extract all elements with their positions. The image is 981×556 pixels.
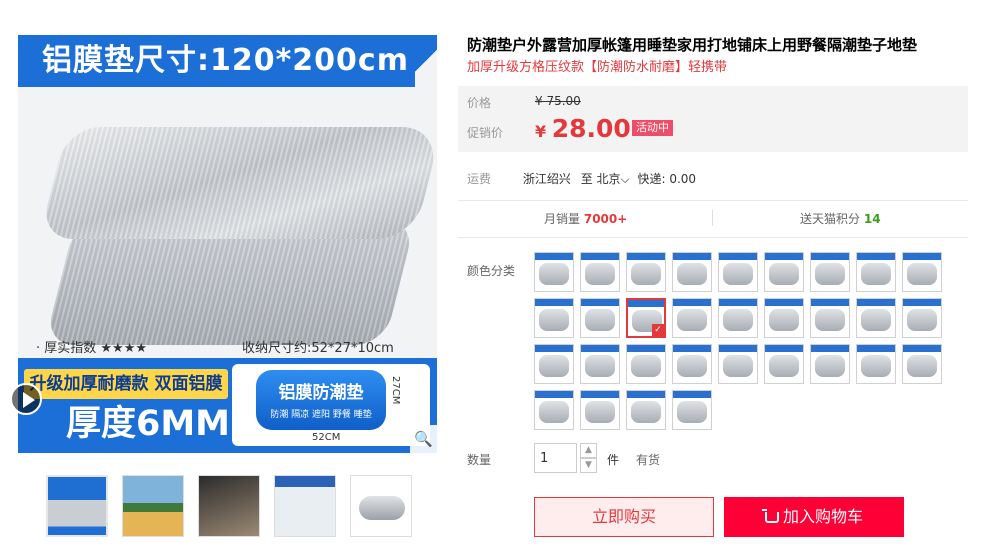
sku-option[interactable] xyxy=(856,298,896,338)
monthly-sales: 月销量 7000+ xyxy=(544,210,627,227)
folded-size-text: 收纳尺寸约:52*27*10cm xyxy=(242,341,394,356)
sku-option[interactable] xyxy=(672,344,712,384)
sku-option[interactable] xyxy=(718,252,758,292)
sku-option[interactable] xyxy=(718,298,758,338)
sku-option[interactable] xyxy=(626,252,666,292)
zoom-icon[interactable]: 🔍 xyxy=(410,425,437,453)
sku-option[interactable] xyxy=(626,390,666,430)
sku-option[interactable] xyxy=(764,298,804,338)
shipping-row: 运费 浙江绍兴 至 北京⌵ 快递: 0.00 xyxy=(467,170,696,187)
thumbnail-3[interactable] xyxy=(198,475,260,537)
thumbnail-4[interactable] xyxy=(274,475,336,537)
chevron-down-icon: ⌵ xyxy=(620,172,630,186)
product-subtitle: 加厚升级方格压纹款【防潮防水耐磨】轻携带 xyxy=(467,60,728,75)
shipping-label: 运费 xyxy=(467,172,492,186)
sku-option[interactable] xyxy=(810,344,850,384)
sku-option[interactable] xyxy=(902,298,942,338)
original-price: ¥ 75.00 xyxy=(535,94,581,108)
divider-top xyxy=(458,200,968,201)
main-product-image[interactable]: 铝膜垫尺寸:120*200cm · 厚实指数 ★★★★ 收纳尺寸约:52*27*… xyxy=(18,35,437,453)
ship-to-prefix: 至 xyxy=(580,172,593,186)
sku-option[interactable] xyxy=(764,344,804,384)
thumbnail-5[interactable] xyxy=(350,475,412,537)
thickness-text: 厚度6MM xyxy=(66,404,231,444)
promo-price: ¥ 28.00 xyxy=(535,114,631,143)
bag-title: 铝膜防潮垫 xyxy=(278,383,364,403)
upgrade-tag: 升级加厚耐磨款 双面铝膜 xyxy=(24,369,228,399)
thumbnail-2[interactable] xyxy=(122,475,184,537)
tmall-points: 送天猫积分 14 xyxy=(800,210,881,227)
quantity-label: 数量 xyxy=(467,453,492,467)
destination-text: 北京 xyxy=(596,172,621,186)
sku-option[interactable] xyxy=(534,298,574,338)
sku-option[interactable] xyxy=(626,344,666,384)
shipping-method: 快递: 0.00 xyxy=(637,172,697,186)
cart-icon xyxy=(761,509,779,523)
sku-option[interactable] xyxy=(902,252,942,292)
sku-option[interactable]: ✓ xyxy=(626,298,666,338)
mat-upper-fold xyxy=(39,127,437,239)
thickness-index-text: · 厚实指数 ★★★★ xyxy=(36,341,148,356)
sku-option[interactable] xyxy=(810,252,850,292)
bag-height-dimension: 27CM xyxy=(390,376,401,405)
promo-price-label: 促销价 xyxy=(467,126,504,140)
image-promo-panel: 升级加厚耐磨款 双面铝膜 厚度6MM 铝膜防潮垫 防潮 隔凉 遮阳 野餐 睡垫 … xyxy=(18,358,437,453)
sku-option[interactable] xyxy=(856,252,896,292)
tmall-points-label: 送天猫积分 xyxy=(800,212,861,226)
monthly-sales-value: 7000+ xyxy=(583,212,628,226)
stats-separator xyxy=(712,210,713,226)
bag-features: 防潮 隔凉 遮阳 野餐 睡垫 xyxy=(270,410,372,420)
product-title: 防潮垫户外露营加厚帐篷用睡垫家用打地铺床上用野餐隔潮垫子地垫 xyxy=(467,36,918,54)
package-illustration: 铝膜防潮垫 防潮 隔凉 遮阳 野餐 睡垫 27CM 52CM xyxy=(232,364,430,446)
color-category-label: 颜色分类 xyxy=(467,264,516,278)
sku-option[interactable] xyxy=(534,252,574,292)
add-to-cart-button[interactable]: 加入购物车 xyxy=(724,497,904,537)
sku-option[interactable] xyxy=(718,344,758,384)
sku-option[interactable] xyxy=(580,252,620,292)
divider-bottom xyxy=(458,237,968,238)
sku-option[interactable] xyxy=(902,344,942,384)
event-badge: 活动中 xyxy=(632,120,673,136)
quantity-input[interactable] xyxy=(534,443,577,473)
quantity-increase-button[interactable]: ▲ xyxy=(580,443,597,458)
destination-selector[interactable]: 北京⌵ xyxy=(597,172,630,186)
storage-bag: 铝膜防潮垫 防潮 隔凉 遮阳 野餐 睡垫 xyxy=(256,370,386,430)
product-page: 铝膜垫尺寸:120*200cm · 厚实指数 ★★★★ 收纳尺寸约:52*27*… xyxy=(0,0,981,556)
play-icon[interactable] xyxy=(10,383,42,415)
check-icon: ✓ xyxy=(652,324,664,336)
bag-width-dimension: 52CM xyxy=(312,432,341,443)
sku-option[interactable] xyxy=(764,252,804,292)
sku-option[interactable] xyxy=(810,298,850,338)
add-to-cart-label: 加入购物车 xyxy=(782,507,863,526)
quantity-unit: 件 xyxy=(607,453,620,467)
buy-now-button[interactable]: 立即购买 xyxy=(534,497,714,537)
currency-symbol: ¥ xyxy=(535,122,547,141)
sku-option[interactable] xyxy=(534,344,574,384)
sku-option[interactable] xyxy=(672,298,712,338)
promo-price-value: 28.00 xyxy=(551,114,631,143)
stats-row: 月销量 7000+ 送天猫积分 14 xyxy=(458,210,968,228)
sku-option[interactable] xyxy=(580,344,620,384)
price-panel: 价格 ¥ 75.00 促销价 ¥ 28.00 活动中 xyxy=(458,86,968,152)
tmall-points-value: 14 xyxy=(863,212,881,226)
sku-option[interactable] xyxy=(534,390,574,430)
monthly-sales-label: 月销量 xyxy=(544,212,581,226)
original-price-label: 价格 xyxy=(467,96,492,110)
sku-option[interactable] xyxy=(580,390,620,430)
quantity-decrease-button[interactable]: ▼ xyxy=(580,458,597,473)
thumbnail-1[interactable] xyxy=(46,475,108,537)
sku-option[interactable] xyxy=(672,390,712,430)
sku-option[interactable] xyxy=(672,252,712,292)
image-size-banner: 铝膜垫尺寸:120*200cm xyxy=(18,35,437,87)
stock-status: 有货 xyxy=(636,453,661,467)
ship-from: 浙江绍兴 xyxy=(522,172,571,186)
sku-option[interactable] xyxy=(580,298,620,338)
sku-option[interactable] xyxy=(856,344,896,384)
image-info-strip: · 厚实指数 ★★★★ 收纳尺寸约:52*27*10cm xyxy=(18,333,437,359)
